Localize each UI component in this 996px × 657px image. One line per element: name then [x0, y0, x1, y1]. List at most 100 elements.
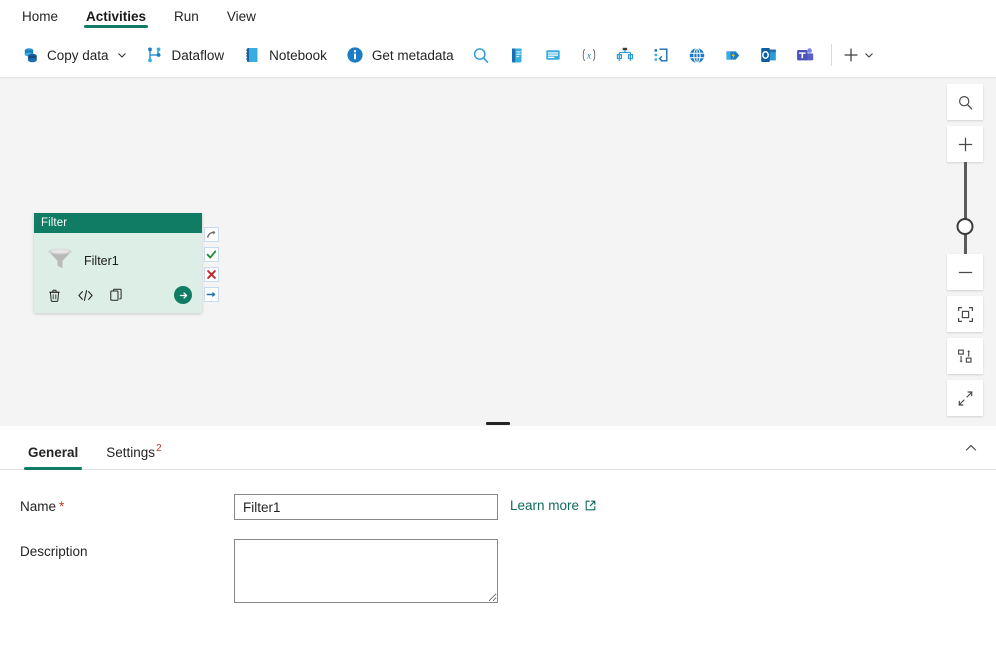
tab-settings-badge: 2 — [156, 443, 162, 454]
script-icon — [507, 45, 527, 65]
filter-funnel-icon — [45, 246, 75, 277]
toolbar-copy-data-label: Copy data — [47, 48, 109, 63]
external-link-icon — [584, 499, 597, 512]
node-header: Filter — [34, 213, 202, 233]
tab-general[interactable]: General — [14, 445, 92, 469]
required-asterisk: * — [59, 499, 64, 514]
search-icon — [957, 94, 974, 111]
menu-tab-run[interactable]: Run — [160, 0, 213, 33]
azure-function-icon — [723, 45, 743, 65]
tab-general-label: General — [28, 445, 78, 460]
toolbar-notebook-label: Notebook — [269, 48, 327, 63]
stored-procedure-icon — [543, 45, 563, 65]
auto-layout-button[interactable] — [947, 338, 983, 374]
menu-tab-view[interactable]: View — [213, 0, 270, 33]
menu-tab-activities[interactable]: Activities — [72, 0, 160, 33]
collapse-all-button[interactable] — [947, 380, 983, 416]
pipeline-canvas[interactable]: Filter Filter1 — [0, 78, 996, 420]
description-field-label: Description — [20, 539, 234, 559]
activity-node-filter[interactable]: Filter Filter1 — [34, 213, 202, 313]
name-label-text: Name — [20, 499, 56, 514]
toolbar-azure-function-button[interactable] — [716, 39, 750, 71]
auto-layout-icon — [956, 347, 975, 366]
toolbar-foreach-button[interactable] — [644, 39, 678, 71]
node-action-bar — [42, 282, 194, 308]
form-row-name: Name* Learn more — [20, 494, 996, 520]
learn-more-label: Learn more — [510, 498, 579, 513]
toolbar-lookup-button[interactable] — [464, 39, 498, 71]
copy-data-icon — [20, 45, 40, 65]
fit-screen-icon — [956, 305, 975, 324]
toolbar-get-metadata-label: Get metadata — [372, 48, 454, 63]
web-icon — [687, 45, 707, 65]
learn-more-link[interactable]: Learn more — [510, 494, 597, 513]
minus-icon — [956, 263, 975, 282]
menu-tab-label: Activities — [86, 9, 146, 24]
canvas-zoom-controls — [947, 84, 983, 416]
node-main: Filter1 — [42, 240, 194, 282]
splitter-grip[interactable] — [486, 422, 510, 425]
notebook-icon — [242, 45, 262, 65]
name-input[interactable] — [234, 494, 498, 520]
toolbar-separator — [831, 44, 832, 66]
foreach-icon — [651, 45, 671, 65]
toolbar-outlook-button[interactable] — [752, 39, 786, 71]
activities-toolbar: Copy data Dataflow — [0, 33, 996, 78]
set-variable-icon: x — [579, 45, 599, 65]
toolbar-dataflow-button[interactable]: Dataflow — [137, 39, 233, 71]
toolbar-add-button[interactable] — [841, 45, 874, 65]
description-textarea[interactable] — [234, 539, 498, 603]
toolbar-stored-procedure-button[interactable] — [536, 39, 570, 71]
properties-panel: General Settings2 Name* Learn more — [0, 426, 996, 657]
toolbar-get-metadata-button[interactable]: Get metadata — [337, 39, 462, 71]
form-row-description: Description — [20, 539, 996, 603]
outlook-icon — [759, 45, 779, 65]
node-name-label: Filter1 — [84, 254, 119, 268]
description-label-text: Description — [20, 544, 88, 559]
toolbar-set-variable-button[interactable]: x — [572, 39, 606, 71]
toolbar-copy-data-button[interactable]: Copy data — [12, 39, 135, 71]
zoom-slider-thumb[interactable] — [957, 218, 974, 235]
lookup-icon — [471, 45, 491, 65]
chevron-up-icon — [964, 441, 978, 455]
zoom-slider[interactable] — [947, 162, 983, 254]
plus-icon — [841, 45, 861, 65]
panel-collapse-button[interactable] — [954, 432, 988, 464]
arrow-right-circle-icon[interactable] — [174, 286, 192, 304]
handle-on-failure[interactable] — [204, 267, 219, 282]
menu-tab-label: Home — [22, 9, 58, 24]
menu-tab-label: View — [227, 9, 256, 24]
chevron-down-icon — [117, 50, 127, 60]
toolbar-switch-button[interactable] — [608, 39, 642, 71]
code-icon[interactable] — [77, 287, 94, 304]
menu-bar: Home Activities Run View — [0, 0, 996, 33]
menu-tab-home[interactable]: Home — [8, 0, 72, 33]
trash-icon[interactable] — [46, 287, 63, 304]
handle-on-skip[interactable] — [204, 227, 219, 242]
teams-icon — [795, 45, 815, 65]
tab-settings[interactable]: Settings2 — [92, 445, 174, 469]
fit-to-screen-button[interactable] — [947, 296, 983, 332]
toolbar-teams-button[interactable] — [788, 39, 822, 71]
plus-icon — [956, 135, 975, 154]
handle-on-completion[interactable] — [204, 287, 219, 302]
toolbar-script-button[interactable] — [500, 39, 534, 71]
properties-panel-tabs: General Settings2 — [0, 426, 996, 470]
zoom-search-button[interactable] — [947, 84, 983, 120]
chevron-down-icon — [864, 50, 874, 60]
toolbar-dataflow-label: Dataflow — [172, 48, 225, 63]
svg-text:x: x — [586, 50, 592, 61]
name-field-label: Name* — [20, 494, 234, 514]
tab-settings-label: Settings — [106, 445, 155, 460]
copy-icon[interactable] — [108, 287, 125, 304]
handle-on-success[interactable] — [204, 247, 219, 262]
collapse-arrows-icon — [956, 389, 975, 408]
node-body: Filter1 — [34, 233, 202, 313]
zoom-in-button[interactable] — [947, 126, 983, 162]
toolbar-notebook-button[interactable]: Notebook — [234, 39, 335, 71]
get-metadata-icon — [345, 45, 365, 65]
toolbar-web-button[interactable] — [680, 39, 714, 71]
node-type-label: Filter — [41, 217, 67, 229]
zoom-out-button[interactable] — [947, 254, 983, 290]
switch-icon — [615, 45, 635, 65]
